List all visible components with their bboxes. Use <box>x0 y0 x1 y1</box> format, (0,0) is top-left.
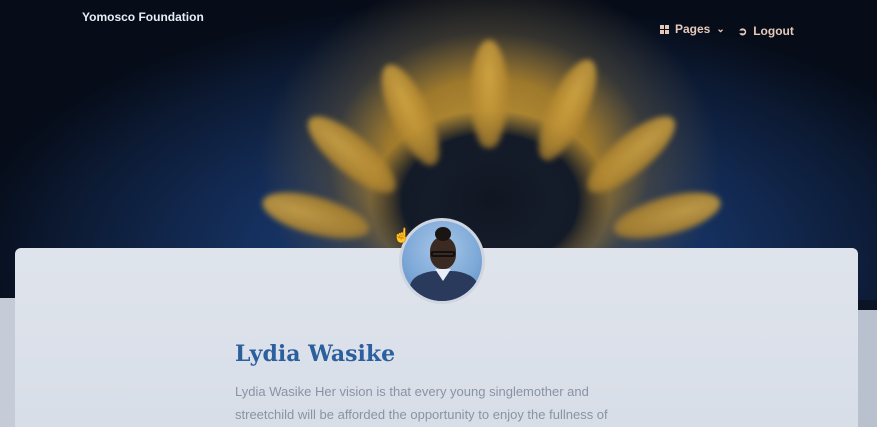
bio-line: streetchild will be afforded the opportu… <box>235 407 608 422</box>
sign-out-icon: ➲ <box>738 25 748 38</box>
logout-label: Logout <box>753 24 794 38</box>
pages-dropdown[interactable]: Pages ⌄ <box>660 22 725 36</box>
brand-link[interactable]: Yomosco Foundation <box>82 10 204 24</box>
navbar: Yomosco Foundation Pages ⌄ ➲ Logout <box>0 0 877 50</box>
profile-bio: Lydia Wasike Her vision is that every yo… <box>235 380 635 426</box>
avatar-hair <box>435 227 451 241</box>
bio-line: Lydia Wasike Her vision is that every yo… <box>235 384 589 399</box>
sunflower-petal <box>297 104 407 205</box>
avatar <box>399 218 485 304</box>
chevron-down-icon: ⌄ <box>716 23 725 35</box>
sunflower-petal <box>609 183 726 249</box>
sunflower-petal <box>470 40 508 150</box>
sunflower-petal <box>257 183 374 249</box>
sunflower-petal <box>576 104 686 205</box>
avatar-glasses <box>431 251 455 257</box>
profile-name: Lydia Wasike <box>235 341 396 367</box>
pages-label: Pages <box>675 22 711 36</box>
hand-pointer-icon: ☝ <box>393 227 411 243</box>
page-edge-left <box>0 298 16 427</box>
sunflower-petal <box>370 57 452 174</box>
sunflower-petal <box>526 52 608 169</box>
logout-link[interactable]: ➲ Logout <box>738 24 794 38</box>
grid-icon <box>660 24 669 34</box>
